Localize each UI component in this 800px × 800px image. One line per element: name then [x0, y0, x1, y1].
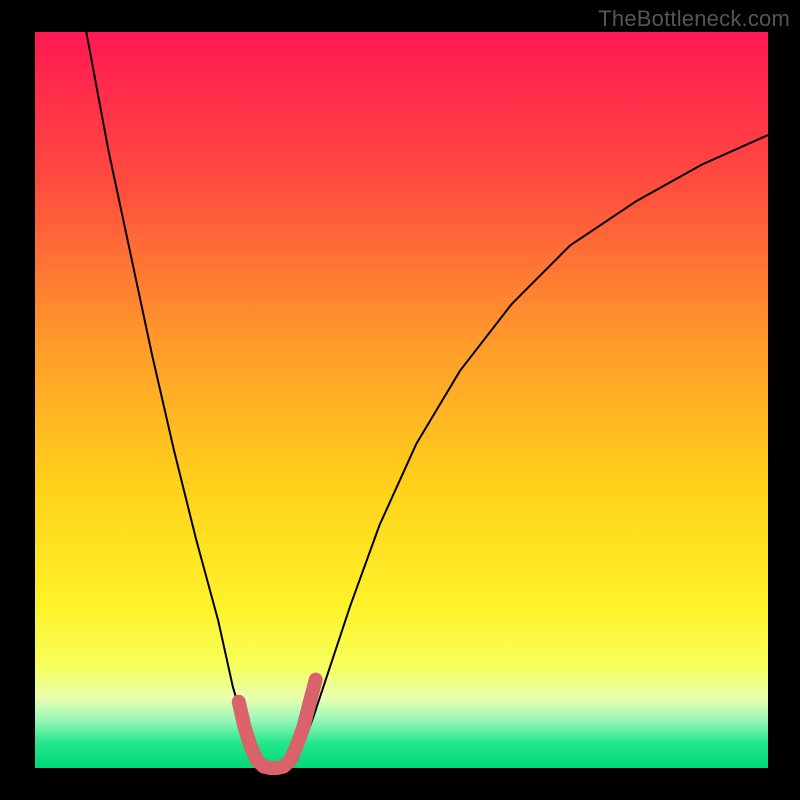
chart-frame: TheBottleneck.com: [0, 0, 800, 800]
plot-background: [35, 32, 768, 768]
bottleneck-chart: [0, 0, 800, 800]
